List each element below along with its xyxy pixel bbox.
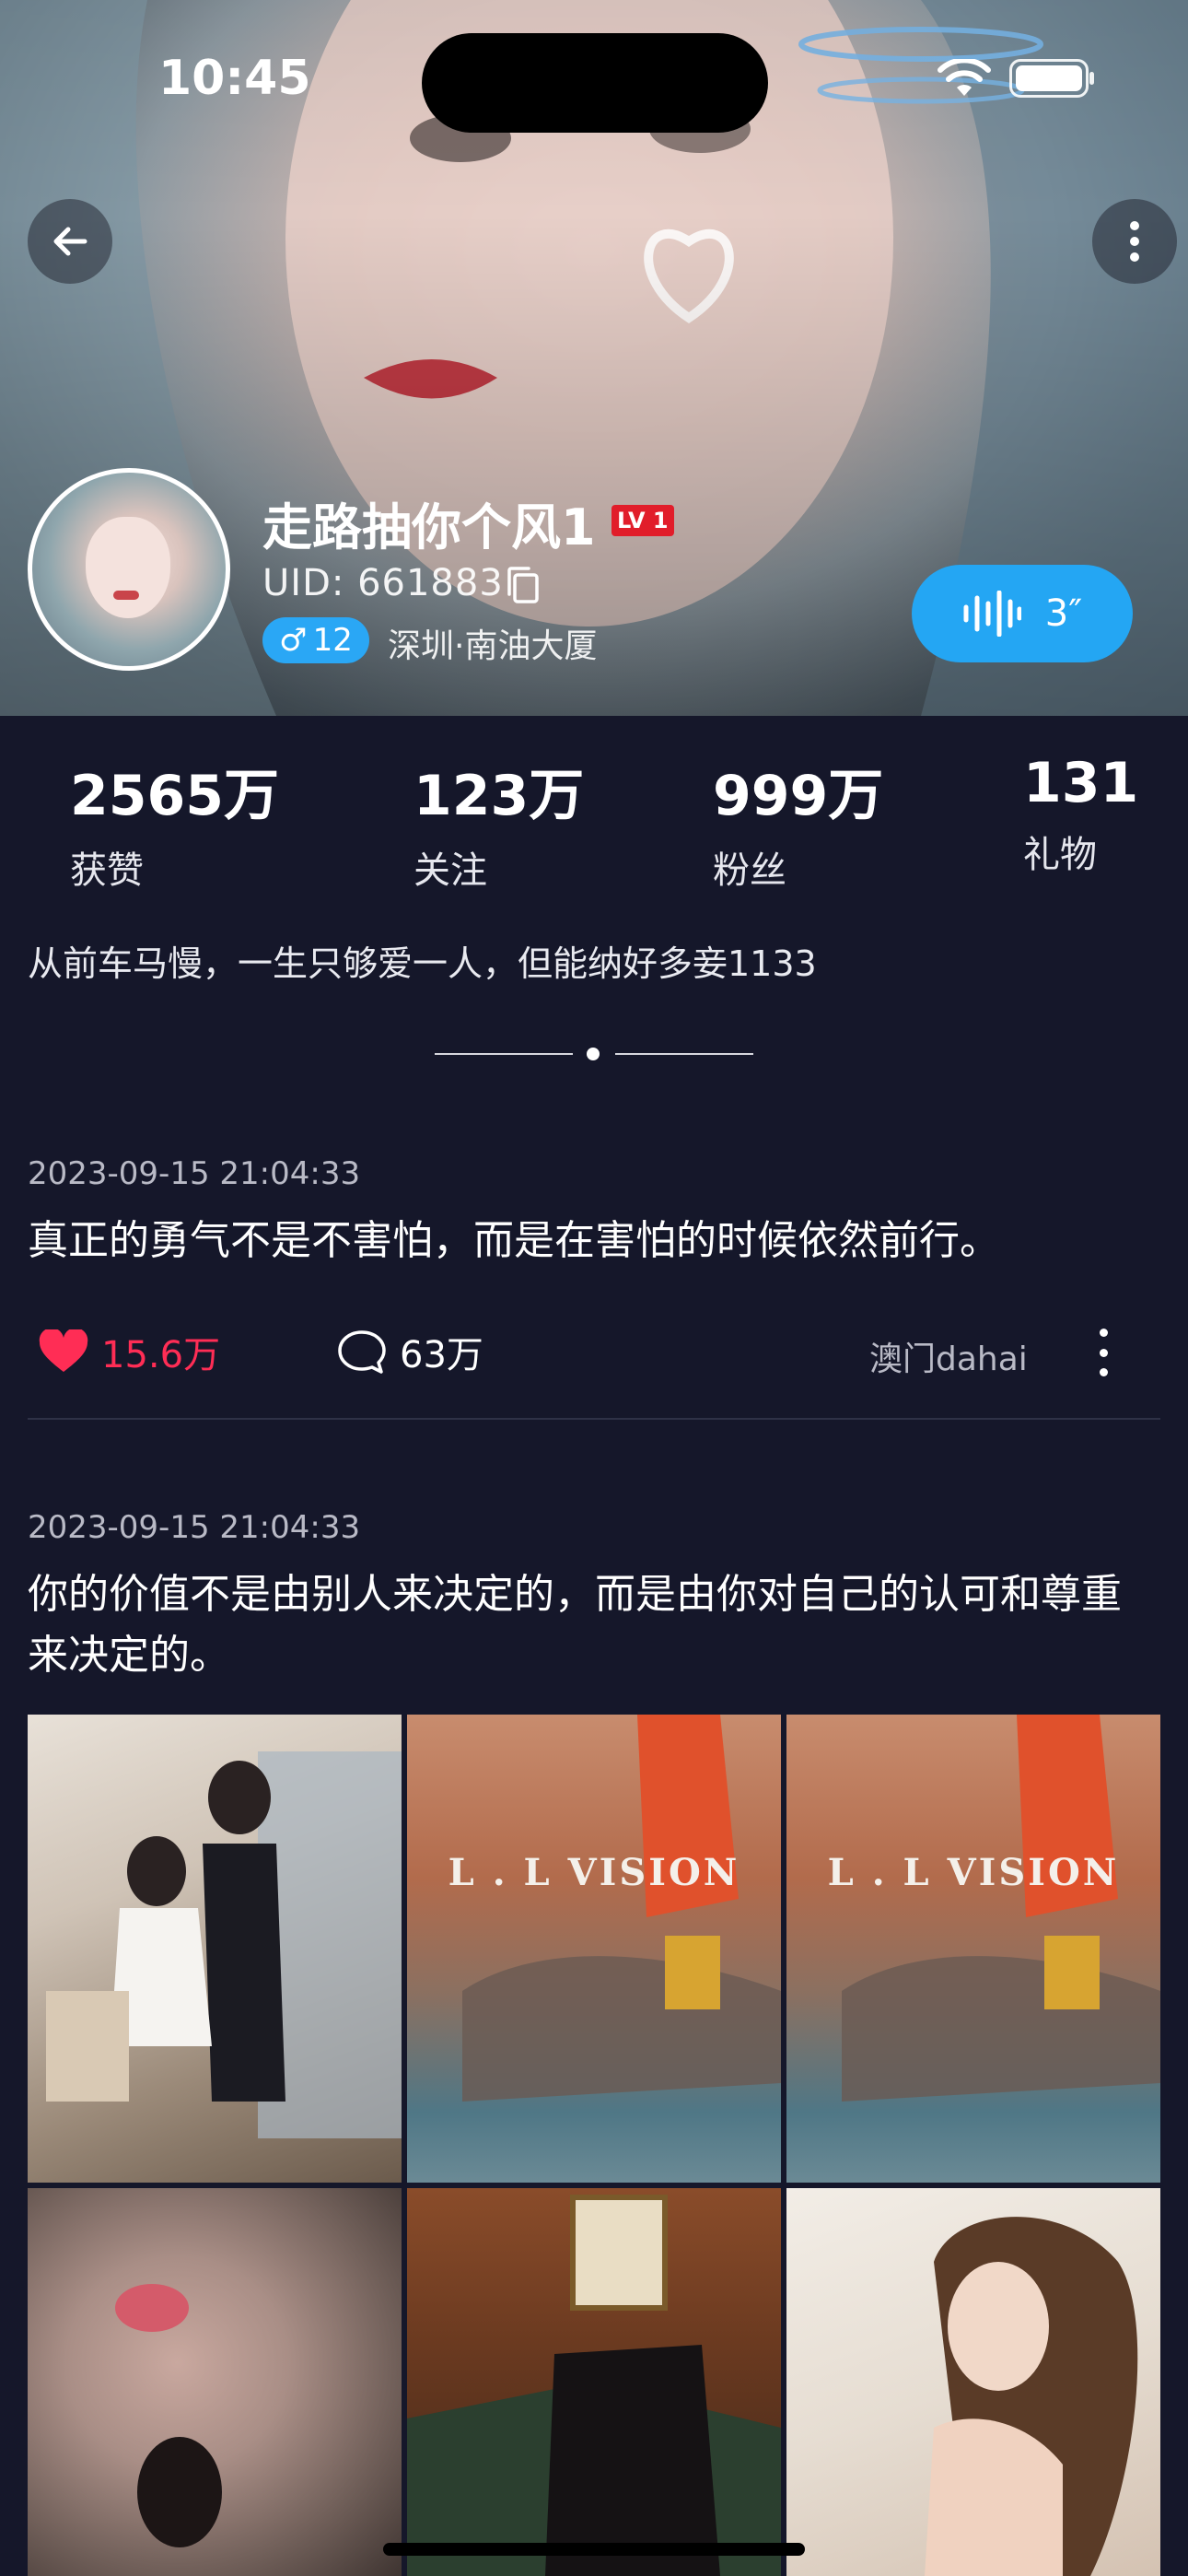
stat-label: 关注 xyxy=(413,849,487,892)
post-more-button[interactable] xyxy=(1085,1329,1122,1376)
arrow-left-icon xyxy=(53,227,87,256)
stat-gifts[interactable]: 131 礼物 xyxy=(1023,751,1138,878)
post-image[interactable] xyxy=(28,1715,402,2183)
heart-icon xyxy=(39,1329,88,1372)
post-image[interactable]: L . L VISION xyxy=(407,1715,781,2183)
stat-label: 获赞 xyxy=(70,849,144,892)
stat-value: 131 xyxy=(1023,751,1139,815)
comment-button[interactable]: 63万 xyxy=(337,1325,483,1378)
image-watermark: L . L VISION xyxy=(448,1851,740,1894)
gender-age-badge: ♂ 12 xyxy=(262,617,369,663)
post-date: 2023-09-15 21:04:33 xyxy=(28,1155,361,1192)
battery-icon xyxy=(1009,59,1094,98)
profile-stats: 2565万 获赞 123万 关注 999万 粉丝 131 礼物 xyxy=(0,716,1188,900)
more-options-button[interactable] xyxy=(1092,199,1177,284)
post-actions: 15.6万 63万 澳门dahai xyxy=(28,1319,1160,1386)
male-icon: ♂ xyxy=(279,622,308,659)
post-image[interactable] xyxy=(28,2188,402,2576)
post-author[interactable]: 澳门dahai xyxy=(869,1332,1028,1380)
age-value: 12 xyxy=(312,622,353,659)
post-date: 2023-09-15 21:04:33 xyxy=(28,1509,361,1546)
like-button[interactable]: 15.6万 xyxy=(39,1325,220,1378)
stat-value: 123万 xyxy=(413,764,585,828)
vertical-dots-icon xyxy=(1130,221,1139,262)
stat-label: 礼物 xyxy=(1023,834,1097,876)
stat-likes[interactable]: 2565万 获赞 xyxy=(70,751,279,894)
sound-wave-icon xyxy=(963,591,1021,637)
avatar[interactable] xyxy=(28,468,230,671)
copy-icon xyxy=(507,567,539,603)
level-badge: LV 1 xyxy=(611,505,674,536)
stat-label: 粉丝 xyxy=(713,849,786,892)
section-divider xyxy=(435,1045,753,1063)
back-button[interactable] xyxy=(28,199,112,284)
home-indicator xyxy=(383,2543,805,2556)
post-text: 你的价值不是由别人来决定的，而是由你对自己的认可和尊重来决定的。 xyxy=(28,1571,1122,1679)
post-image[interactable]: L . L VISION xyxy=(786,1715,1160,2183)
stat-value: 2565万 xyxy=(70,764,279,828)
voice-intro-button[interactable]: 3″ xyxy=(912,565,1133,662)
post-separator xyxy=(28,1418,1160,1420)
stat-following[interactable]: 123万 关注 xyxy=(413,751,584,894)
stat-value: 999万 xyxy=(713,764,884,828)
copy-uid-button[interactable] xyxy=(505,566,540,608)
status-bar-time: 10:45 xyxy=(158,51,311,106)
post-text: 真正的勇气不是不害怕，而是在害怕的时候依然前行。 xyxy=(28,1217,1000,1264)
user-id: UID: 661883 xyxy=(262,562,504,604)
stat-fans[interactable]: 999万 粉丝 xyxy=(713,751,883,894)
dynamic-island xyxy=(422,33,768,133)
comment-bubble-icon xyxy=(338,1330,386,1374)
post-image[interactable] xyxy=(407,2188,781,2576)
post-image-grid: L . L VISION L . L VISION xyxy=(28,1715,1160,2576)
like-count: 15.6万 xyxy=(101,1334,221,1376)
image-watermark: L . L VISION xyxy=(827,1851,1120,1894)
status-bar-icons xyxy=(938,59,1094,98)
voice-duration: 3″ xyxy=(1044,592,1083,635)
location-text: 深圳·南油大厦 xyxy=(388,627,598,665)
post-image[interactable] xyxy=(786,2188,1160,2576)
comment-count: 63万 xyxy=(400,1334,483,1376)
wifi-icon xyxy=(938,59,991,96)
profile-bio: 从前车马慢，一生只够爱一人，但能纳好多妾1133 xyxy=(28,943,817,984)
profile-name: 走路抽你个风1 xyxy=(262,498,596,556)
